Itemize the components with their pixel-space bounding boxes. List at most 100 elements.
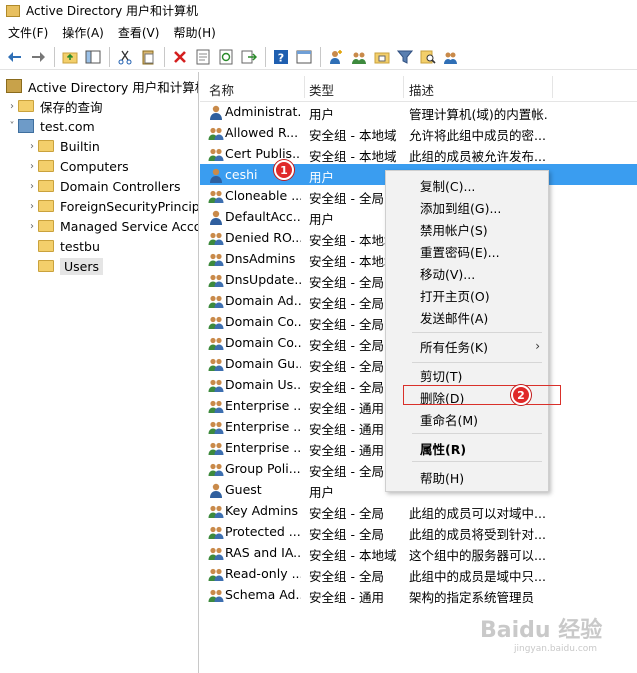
ctx-open-home-page[interactable]: 打开主页(O) — [420, 285, 490, 305]
tree-root[interactable]: Active Directory 用户和计算机 — [6, 76, 198, 96]
cell-name: Domain Co... — [225, 335, 301, 350]
tree-item-foreign-security-principals[interactable]: › ForeignSecurityPrincipals — [26, 196, 198, 216]
tree-item-saved-queries[interactable]: › 保存的查询 — [6, 96, 103, 116]
menu-help[interactable]: 帮助(H) — [173, 24, 215, 41]
list-header: 名称 类型 描述 — [200, 72, 637, 102]
filter-icon[interactable] — [394, 46, 416, 68]
chevron-right-icon[interactable]: › — [26, 221, 38, 232]
annotation-badge-2: 2 — [511, 385, 531, 405]
cell-description: 管理计算机(域)的内置帐... — [409, 107, 549, 122]
tree-item-users[interactable]: Users — [38, 256, 104, 276]
cell-name: Enterprise ... — [225, 398, 301, 413]
cell-name: Denied RO... — [225, 230, 301, 245]
export-icon[interactable] — [238, 46, 260, 68]
properties-icon[interactable] — [192, 46, 214, 68]
menu-bar: 文件(F) 操作(A) 查看(V) 帮助(H) — [0, 22, 637, 42]
context-menu: 复制(C)... 添加到组(G)... 禁用帐户(S) 重置密码(E)... 移… — [385, 170, 549, 492]
add-group-icon[interactable] — [348, 46, 370, 68]
chevron-right-icon[interactable]: › — [26, 181, 38, 192]
cell-name: Guest — [225, 482, 262, 497]
chevron-right-icon[interactable]: › — [26, 161, 38, 172]
column-header-type[interactable]: 类型 — [309, 80, 334, 99]
ctx-copy[interactable]: 复制(C)... — [420, 175, 475, 195]
table-row[interactable]: RAS and IA... 安全组 - 本地域 这个组中的服务器可以... — [200, 542, 637, 563]
table-row[interactable]: Read-only ... 安全组 - 全局 此组中的成员是域中只... — [200, 563, 637, 584]
back-icon[interactable] — [4, 46, 26, 68]
cell-description: 此组中的成员是域中只... — [409, 569, 546, 584]
column-header-description[interactable]: 描述 — [409, 80, 434, 99]
add-to-group-icon[interactable] — [440, 46, 462, 68]
tree-item-test-com[interactable]: ˅ test.com — [6, 116, 95, 136]
tree-item-builtin[interactable]: › Builtin — [26, 136, 100, 156]
ctx-send-mail[interactable]: 发送邮件(A) — [420, 307, 488, 327]
delete-icon[interactable] — [169, 46, 191, 68]
up-folder-icon[interactable] — [59, 46, 81, 68]
menu-action[interactable]: 操作(A) — [62, 24, 104, 41]
add-user-icon[interactable] — [325, 46, 347, 68]
chevron-right-icon[interactable]: › — [6, 101, 18, 112]
table-row[interactable]: Key Admins 安全组 - 全局 此组的成员可以对域中... — [200, 500, 637, 521]
cell-description: 允许将此组中成员的密... — [409, 128, 546, 143]
tree-item-testbu[interactable]: testbu — [38, 236, 100, 256]
help-icon[interactable]: ? — [270, 46, 292, 68]
window-title: Active Directory 用户和计算机 — [26, 4, 199, 18]
title-bar: Active Directory 用户和计算机 — [0, 0, 637, 21]
ad-snapin-icon — [6, 79, 22, 93]
ctx-reset-password[interactable]: 重置密码(E)... — [420, 241, 500, 261]
forward-icon[interactable] — [27, 46, 49, 68]
cell-description: 架构的指定系统管理员 — [409, 590, 535, 605]
menu-view[interactable]: 查看(V) — [118, 24, 160, 41]
ctx-properties[interactable]: 属性(R) — [420, 438, 466, 458]
cell-name: Domain Co... — [225, 314, 301, 329]
cell-type: 用户 — [309, 107, 335, 122]
svg-text:?: ? — [278, 51, 284, 64]
ctx-rename[interactable]: 重命名(M) — [420, 409, 478, 429]
app-icon — [6, 4, 20, 17]
domain-icon — [18, 119, 34, 133]
table-row[interactable]: Administrat... 用户 管理计算机(域)的内置帐... — [200, 101, 637, 122]
refresh-icon[interactable] — [215, 46, 237, 68]
paste-icon[interactable] — [137, 46, 159, 68]
ctx-help[interactable]: 帮助(H) — [420, 467, 464, 487]
ctx-add-to-group[interactable]: 添加到组(G)... — [420, 197, 501, 217]
ctx-move[interactable]: 移动(V)... — [420, 263, 475, 283]
ctx-cut[interactable]: 剪切(T) — [420, 365, 462, 385]
ctx-all-tasks[interactable]: 所有任务(K) — [420, 336, 540, 356]
folder-icon — [38, 200, 54, 212]
column-header-name[interactable]: 名称 — [209, 80, 234, 99]
folder-icon — [38, 220, 54, 232]
find-icon[interactable] — [417, 46, 439, 68]
chevron-right-icon[interactable]: › — [26, 201, 38, 212]
table-row[interactable]: Allowed R... 安全组 - 本地域 允许将此组中成员的密... — [200, 122, 637, 143]
cell-name: Read-only ... — [225, 566, 301, 581]
cell-type: 安全组 - 本地域 — [309, 128, 397, 143]
chevron-down-icon[interactable]: ˅ — [6, 121, 18, 132]
cell-name: Cert Publis... — [225, 146, 301, 161]
tree-item-domain-controllers[interactable]: › Domain Controllers — [26, 176, 180, 196]
folder-icon — [38, 180, 54, 192]
tree-item-computers[interactable]: › Computers — [26, 156, 129, 176]
folder-icon — [38, 160, 54, 172]
table-row[interactable]: Schema Ad... 安全组 - 通用 架构的指定系统管理员 — [200, 584, 637, 605]
table-row[interactable]: Cert Publis... 安全组 - 本地域 此组的成员被允许发布... — [200, 143, 637, 164]
cell-description: 此组的成员将受到针对... — [409, 527, 546, 542]
cell-name: RAS and IA... — [225, 545, 301, 560]
cell-name: Key Admins — [225, 503, 298, 518]
show-tree-icon[interactable] — [82, 46, 104, 68]
cut-icon[interactable] — [114, 46, 136, 68]
cell-name: Enterprise ... — [225, 419, 301, 434]
add-ou-icon[interactable] — [371, 46, 393, 68]
chevron-right-icon[interactable]: › — [26, 141, 38, 152]
cell-name: Domain Ad... — [225, 293, 301, 308]
cell-type: 安全组 - 全局 — [309, 569, 384, 584]
menu-file[interactable]: 文件(F) — [8, 24, 48, 41]
console-icon[interactable] — [293, 46, 315, 68]
cell-name: Domain Us... — [225, 377, 301, 392]
cell-name: Schema Ad... — [225, 587, 301, 602]
toolbar: ? — [0, 44, 637, 70]
table-row[interactable]: Protected ... 安全组 - 全局 此组的成员将受到针对... — [200, 521, 637, 542]
tree-item-managed-service-accounts[interactable]: › Managed Service Accounts — [26, 216, 198, 236]
ctx-disable-account[interactable]: 禁用帐户(S) — [420, 219, 488, 239]
tree-pane: Active Directory 用户和计算机 › 保存的查询 ˅ test.c… — [0, 72, 199, 673]
folder-icon — [38, 260, 54, 272]
